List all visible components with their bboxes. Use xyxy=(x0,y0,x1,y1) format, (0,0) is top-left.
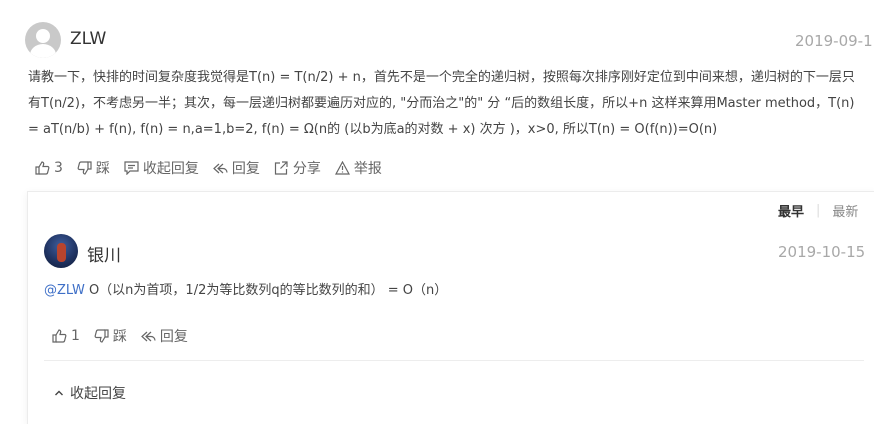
collapse-label: 收起回复 xyxy=(70,386,126,402)
reply-text: @ZLW O（以n为首项，1/2为等比数列q的等比数列的和） = O（n） xyxy=(44,278,447,304)
reply-label: 回复 xyxy=(231,161,260,177)
reply-actions: 1 踩 回复 xyxy=(52,326,202,346)
warning-icon xyxy=(334,161,350,175)
share-icon xyxy=(274,161,288,175)
like-count: 1 xyxy=(71,328,80,344)
reply-arrow-icon xyxy=(213,163,228,174)
reply-label: 回复 xyxy=(159,329,188,345)
dislike-button[interactable]: 踩 xyxy=(77,158,110,178)
share-label: 分享 xyxy=(292,161,321,177)
comment-icon xyxy=(124,161,139,175)
comment-username[interactable]: ZLW xyxy=(70,29,106,49)
thumbs-down-icon xyxy=(77,161,92,175)
reply-arrow-icon xyxy=(141,331,156,342)
reply-button[interactable]: 回复 xyxy=(213,158,260,178)
thumbs-up-icon xyxy=(35,161,50,175)
comment-actions: 3 踩 收起回复 回复 分享 举报 xyxy=(35,158,396,178)
comment-text: 请教一下，快排的时间复杂度我觉得是T(n) = T(n/2) + n，首先不是一… xyxy=(28,65,855,143)
sort-latest[interactable]: 最新 xyxy=(832,201,858,220)
like-count: 3 xyxy=(54,160,63,176)
replies-panel xyxy=(27,191,874,424)
collapse-label: 收起回复 xyxy=(142,161,199,177)
collapse-replies-button[interactable]: 收起回复 xyxy=(124,158,199,178)
sort-earliest[interactable]: 最早 xyxy=(778,201,804,220)
comment-text-line: 有T(n/2)，不考虑另一半；其次，每一层递归树都要遍历对应的, "分而治之"的… xyxy=(28,96,855,111)
chevron-up-icon xyxy=(55,390,63,396)
collapse-replies-footer-button[interactable]: 收起回复 xyxy=(54,383,126,403)
sort-toggle: 最早 | 最新 xyxy=(778,201,858,220)
reply-button[interactable]: 回复 xyxy=(141,326,188,346)
sort-separator: | xyxy=(816,203,821,218)
divider xyxy=(44,360,864,361)
dislike-button[interactable]: 踩 xyxy=(94,326,127,346)
avatar[interactable] xyxy=(44,234,78,268)
mention-link[interactable]: @ZLW xyxy=(44,283,85,298)
reply-date: 2019-10-15 xyxy=(778,243,866,261)
like-button[interactable]: 3 xyxy=(35,160,63,176)
comment-text-line: = aT(n/b) + f(n), f(n) = n,a=1,b=2, f(n)… xyxy=(28,122,718,137)
report-label: 举报 xyxy=(353,161,382,177)
avatar[interactable] xyxy=(25,22,61,58)
comment-date: 2019-09-1 xyxy=(795,32,873,50)
comment-text-line: 请教一下，快排的时间复杂度我觉得是T(n) = T(n/2) + n，首先不是一… xyxy=(28,70,855,85)
dislike-label: 踩 xyxy=(112,329,127,345)
dislike-label: 踩 xyxy=(95,161,110,177)
report-button[interactable]: 举报 xyxy=(334,158,382,178)
thumbs-down-icon xyxy=(94,329,109,343)
reply-text-body: O（以n为首项，1/2为等比数列q的等比数列的和） = O（n） xyxy=(84,283,448,298)
like-button[interactable]: 1 xyxy=(52,328,80,344)
thumbs-up-icon xyxy=(52,329,67,343)
share-button[interactable]: 分享 xyxy=(274,158,321,178)
reply-username[interactable]: 银川 xyxy=(87,241,121,266)
